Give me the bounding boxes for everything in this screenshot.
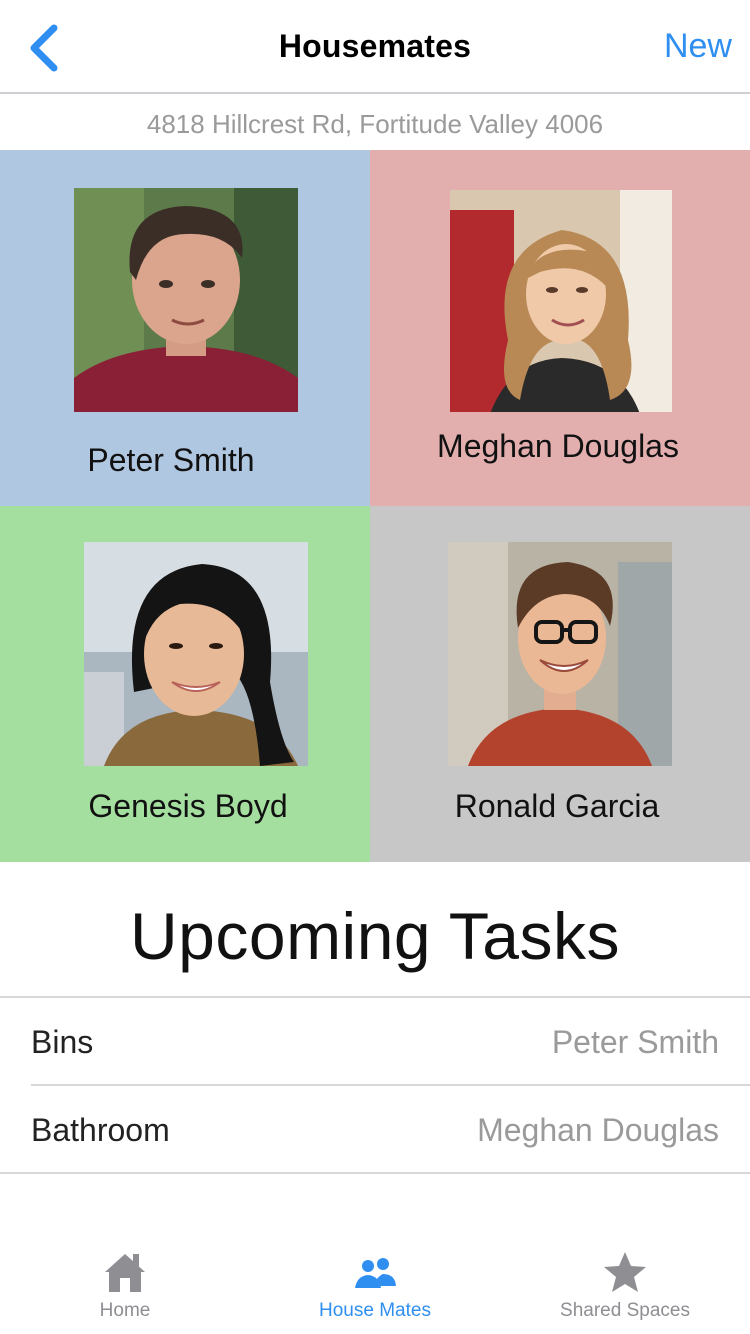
- navigation-bar: Housemates New: [0, 0, 750, 94]
- avatar: [84, 542, 308, 766]
- tab-home[interactable]: Home: [0, 1236, 250, 1334]
- profile-photo: [74, 188, 298, 412]
- star-icon: [604, 1252, 646, 1292]
- avatar: [74, 188, 298, 412]
- house-icon: [105, 1254, 145, 1292]
- task-assignee: Meghan Douglas: [477, 1112, 719, 1148]
- tab-label: Home: [99, 1300, 151, 1321]
- avatar: [450, 190, 672, 412]
- task-row-bathroom[interactable]: Bathroom Meghan Douglas: [0, 1086, 750, 1174]
- housemates-grid: Peter Smith Meghan Douglas Genesis Boyd …: [0, 150, 750, 862]
- task-name: Bins: [31, 1024, 94, 1060]
- housemate-tile-peter-smith[interactable]: Peter Smith: [0, 150, 370, 506]
- housemate-tile-genesis-boyd[interactable]: Genesis Boyd: [0, 506, 370, 862]
- profile-photo: [84, 542, 308, 766]
- tab-label: House Mates: [319, 1300, 431, 1321]
- housemate-name: Meghan Douglas: [437, 428, 679, 464]
- profile-photo: [450, 190, 672, 412]
- upcoming-tasks-heading: Upcoming Tasks: [130, 899, 620, 973]
- divider: [0, 1172, 750, 1174]
- housemate-tile-ronald-garcia[interactable]: Ronald Garcia: [370, 506, 750, 862]
- housemate-name: Peter Smith: [87, 442, 255, 478]
- house-address: 4818 Hillcrest Rd, Fortitude Valley 4006: [146, 109, 604, 139]
- tab-bar: Home House Mates Shared Spaces: [0, 1236, 750, 1334]
- housemate-name: Ronald Garcia: [454, 788, 660, 824]
- page-title: Housemates: [278, 28, 472, 64]
- tab-shared-spaces[interactable]: Shared Spaces: [500, 1236, 750, 1334]
- avatar: [448, 542, 672, 766]
- people-icon: [355, 1258, 396, 1288]
- task-name: Bathroom: [31, 1112, 170, 1148]
- task-row-bins[interactable]: Bins Peter Smith: [0, 998, 750, 1086]
- tab-label: Shared Spaces: [560, 1300, 690, 1321]
- profile-photo: [448, 542, 672, 766]
- housemate-tile-meghan-douglas[interactable]: Meghan Douglas: [370, 150, 750, 506]
- tab-house-mates[interactable]: House Mates: [250, 1236, 500, 1334]
- new-button[interactable]: New: [664, 27, 732, 66]
- task-assignee: Peter Smith: [551, 1024, 719, 1060]
- housemate-name: Genesis Boyd: [88, 788, 288, 824]
